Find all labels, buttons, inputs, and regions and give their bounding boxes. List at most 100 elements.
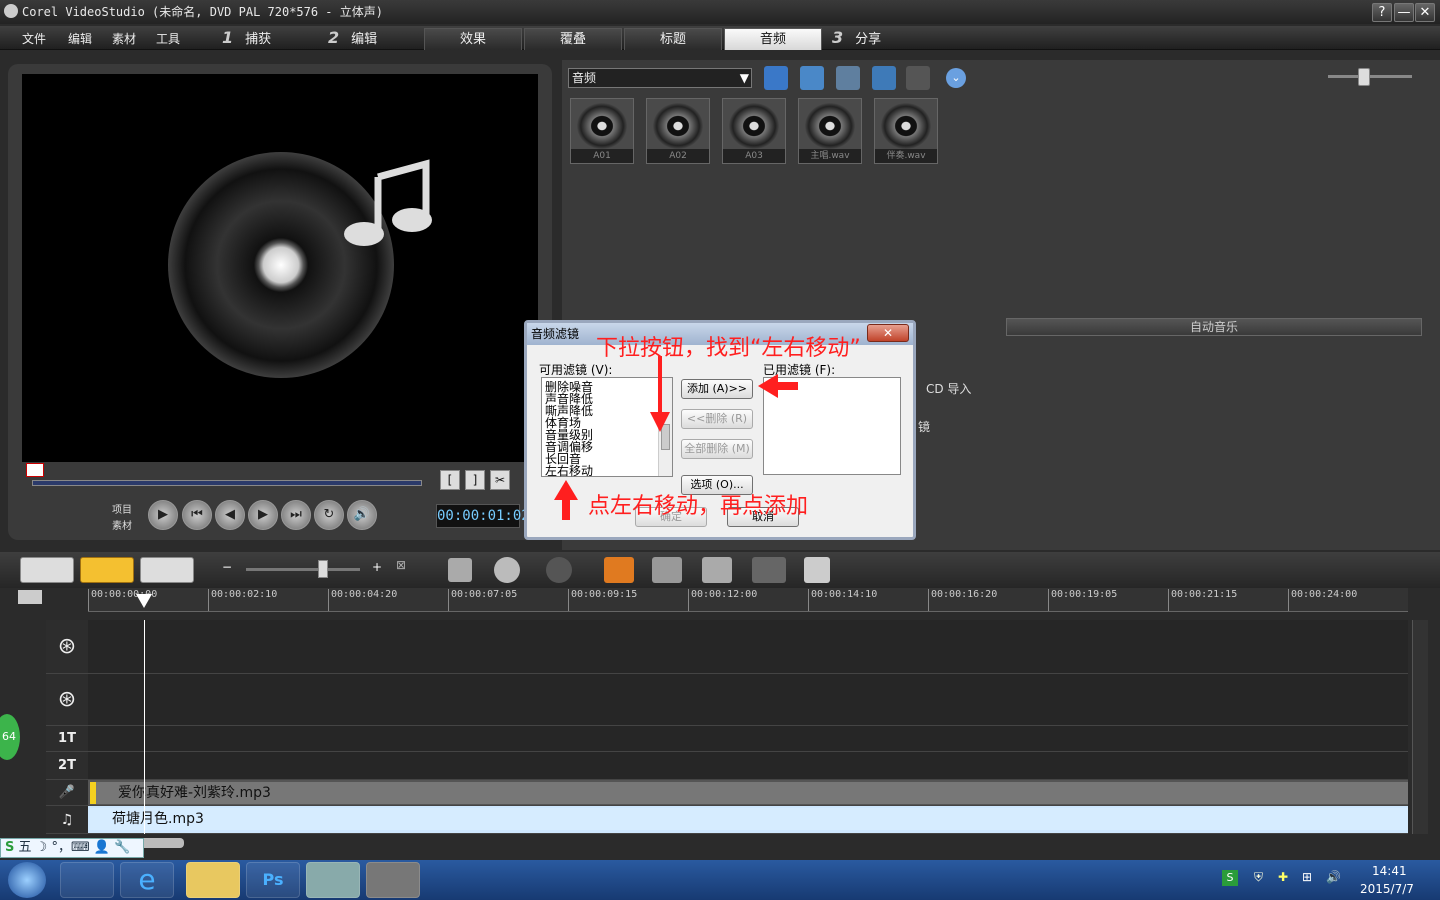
import-cd-icon[interactable] bbox=[872, 66, 896, 90]
videostudio-taskbar-icon[interactable] bbox=[366, 862, 420, 898]
security-tray-icon[interactable]: ⛨ bbox=[1254, 870, 1263, 885]
help-button[interactable]: ? bbox=[1372, 3, 1392, 22]
explorer-icon[interactable] bbox=[186, 862, 240, 898]
floating-badge[interactable]: 64 bbox=[0, 714, 20, 760]
audio-thumb[interactable]: 主唱.wav bbox=[798, 98, 862, 164]
open-folder-icon[interactable] bbox=[764, 66, 788, 90]
timeline-menu-icon[interactable] bbox=[18, 590, 42, 604]
surround-mixer-icon[interactable] bbox=[752, 557, 786, 583]
step-share[interactable]: 3 分享 bbox=[822, 26, 932, 50]
chapter-icon[interactable] bbox=[804, 557, 830, 583]
network-tray-icon[interactable]: ⊞ bbox=[1302, 870, 1312, 884]
audio-filter-label[interactable]: 镜 bbox=[918, 418, 930, 435]
cd-import-label[interactable]: CD 导入 bbox=[926, 380, 971, 397]
library-category-select[interactable]: 音频 ▼ bbox=[568, 68, 752, 88]
timecode-display[interactable]: 00:00:01:02 bbox=[436, 504, 530, 528]
photoshop-icon[interactable]: Ps bbox=[246, 862, 300, 898]
repeat-button[interactable]: ↻ bbox=[314, 500, 344, 530]
menu-tools[interactable]: 工具 bbox=[156, 30, 180, 47]
ime-toolbar[interactable]: S 五 ☽ °，⌨ 👤 🔧 bbox=[0, 838, 144, 858]
taskbar-app-icon[interactable] bbox=[60, 862, 114, 898]
timeline-view-icon[interactable] bbox=[80, 557, 134, 583]
zoom-in-icon[interactable]: + bbox=[372, 560, 382, 574]
clock-date[interactable]: 2015/7/7 bbox=[1360, 882, 1414, 896]
insert-media-icon[interactable] bbox=[448, 558, 472, 582]
voice-clip[interactable]: 爱你真好难-刘紫玲.mp3 bbox=[90, 782, 1408, 804]
video-track-icon[interactable]: ⊛ bbox=[46, 620, 88, 674]
ie-icon[interactable]: e bbox=[120, 862, 174, 898]
tab-overlay[interactable]: 覆叠 bbox=[524, 28, 622, 50]
sogou-tray-icon[interactable]: S bbox=[1222, 870, 1238, 886]
mode-project-label[interactable]: 项目 bbox=[112, 501, 132, 516]
tab-effects[interactable]: 效果 bbox=[424, 28, 522, 50]
tab-audio[interactable]: 音频 bbox=[724, 28, 822, 50]
audio-view-icon[interactable] bbox=[140, 557, 194, 583]
menu-edit[interactable]: 编辑 bbox=[68, 30, 92, 47]
clock-time[interactable]: 14:41 bbox=[1372, 864, 1407, 878]
dialog-close-button[interactable]: ✕ bbox=[867, 324, 909, 342]
add-filter-button[interactable]: 添加 (A)>> bbox=[681, 379, 753, 399]
timeline-vscrollbar[interactable] bbox=[1412, 620, 1428, 834]
music-clip[interactable]: 荷塘月色.mp3 bbox=[90, 808, 1408, 830]
music-track[interactable]: 荷塘月色.mp3 bbox=[88, 806, 1408, 834]
batch-convert-icon[interactable] bbox=[652, 557, 682, 583]
audio-thumb[interactable]: A03 bbox=[722, 98, 786, 164]
mark-out-button[interactable]: ] bbox=[465, 470, 485, 490]
prev-frame-button[interactable]: ◀ bbox=[215, 500, 245, 530]
menu-clip[interactable]: 素材 bbox=[112, 30, 136, 47]
zoom-slider-knob[interactable] bbox=[318, 560, 328, 578]
playhead-marker[interactable] bbox=[26, 463, 44, 477]
smart-proxy-icon[interactable] bbox=[604, 557, 634, 583]
zoom-slider[interactable] bbox=[246, 568, 360, 571]
cut-clip-button[interactable]: ✂ bbox=[490, 470, 510, 490]
audio-thumb[interactable]: A02 bbox=[646, 98, 710, 164]
view-options-icon[interactable] bbox=[906, 66, 930, 90]
overlay-track[interactable] bbox=[88, 674, 1408, 726]
voice-track-icon[interactable]: 🎤 bbox=[46, 780, 88, 806]
thumb-size-slider-knob[interactable] bbox=[1358, 68, 1370, 86]
title-track-1-icon[interactable]: 1T bbox=[46, 726, 88, 752]
timeline-ruler[interactable]: 00:00:00:00 00:00:02:10 00:00:04:20 00:0… bbox=[88, 588, 1408, 612]
tray-plus-icon[interactable]: ✚ bbox=[1278, 870, 1288, 884]
remove-filter-button[interactable]: <<删除 (R) bbox=[681, 409, 753, 429]
start-button[interactable] bbox=[8, 862, 46, 898]
audio-thumb[interactable]: 伴奏.wav bbox=[874, 98, 938, 164]
play-button[interactable]: ▶ bbox=[148, 500, 178, 530]
mark-in-button[interactable]: [ bbox=[440, 470, 460, 490]
auto-music-tab[interactable]: 自动音乐 bbox=[1006, 318, 1422, 336]
mix-audio-icon[interactable] bbox=[702, 557, 732, 583]
filter-item[interactable]: 左右移动 bbox=[545, 465, 593, 477]
audio-thumb[interactable]: A01 bbox=[570, 98, 634, 164]
close-button[interactable]: ✕ bbox=[1415, 3, 1435, 22]
taskbar-window-icon[interactable] bbox=[306, 862, 360, 898]
redo-icon[interactable] bbox=[546, 557, 572, 583]
home-button[interactable]: ⏮ bbox=[182, 500, 212, 530]
minimize-button[interactable]: — bbox=[1394, 3, 1414, 22]
tab-title[interactable]: 标题 bbox=[624, 28, 722, 50]
volume-button[interactable]: 🔊 bbox=[347, 500, 377, 530]
thumb-size-slider[interactable] bbox=[1328, 75, 1412, 78]
voice-track[interactable]: 爱你真好难-刘紫玲.mp3 bbox=[88, 780, 1408, 806]
video-track[interactable] bbox=[88, 620, 1408, 674]
storyboard-view-icon[interactable] bbox=[20, 557, 74, 583]
ime-mode[interactable]: 五 bbox=[19, 840, 32, 855]
menu-file[interactable]: 文件 bbox=[22, 30, 46, 47]
library-manager-icon[interactable] bbox=[836, 66, 860, 90]
remove-all-button[interactable]: 全部删除 (M) bbox=[681, 439, 753, 459]
step-edit[interactable]: 2 编辑 bbox=[318, 26, 422, 50]
undo-icon[interactable] bbox=[494, 557, 520, 583]
mode-clip-label[interactable]: 素材 bbox=[112, 517, 132, 532]
fit-project-icon[interactable]: ⊠ bbox=[396, 558, 406, 572]
volume-tray-icon[interactable]: 🔊 bbox=[1326, 870, 1341, 884]
step-capture[interactable]: 1 捕获 bbox=[212, 26, 312, 50]
scrub-bar[interactable] bbox=[32, 480, 422, 486]
next-frame-button[interactable]: ▶ bbox=[248, 500, 278, 530]
title-track-2[interactable] bbox=[88, 752, 1408, 780]
overlay-track-icon[interactable]: ⊛ bbox=[46, 674, 88, 726]
title-track-2-icon[interactable]: 2T bbox=[46, 752, 88, 780]
title-track-1[interactable] bbox=[88, 726, 1408, 752]
sort-icon[interactable] bbox=[800, 66, 824, 90]
end-button[interactable]: ⏭ bbox=[281, 500, 311, 530]
expand-icon[interactable]: ⌄ bbox=[946, 68, 966, 88]
zoom-out-icon[interactable]: − bbox=[222, 560, 232, 574]
